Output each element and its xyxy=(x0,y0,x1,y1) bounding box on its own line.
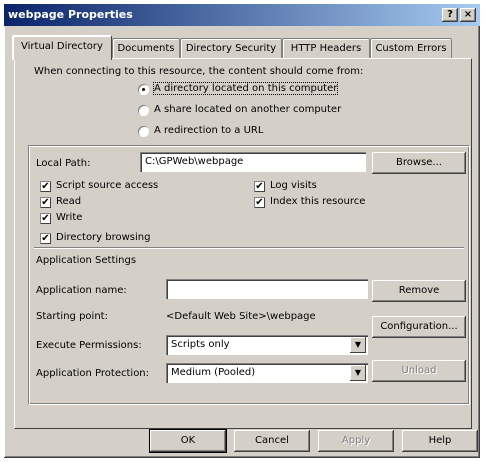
application-name-input[interactable] xyxy=(166,279,368,299)
apply-button[interactable]: Apply xyxy=(318,430,394,452)
help-icon[interactable]: ? xyxy=(442,8,458,22)
read-label[interactable]: Read xyxy=(56,196,81,207)
tab-documents[interactable]: Documents xyxy=(112,38,180,59)
unload-button[interactable]: Unload xyxy=(372,360,466,382)
configuration-button[interactable]: Configuration... xyxy=(372,316,466,338)
write-label[interactable]: Write xyxy=(56,212,82,223)
log-visits-label[interactable]: Log visits xyxy=(270,180,317,191)
read-checkbox[interactable]: ✔ xyxy=(40,197,51,208)
index-resource-checkbox[interactable]: ✔ xyxy=(254,197,265,208)
help-button[interactable]: Help xyxy=(402,430,478,452)
ok-button[interactable]: OK xyxy=(149,429,227,453)
script-source-access-checkbox[interactable]: ✔ xyxy=(40,181,51,192)
radio-network-share-label[interactable]: A share located on another computer xyxy=(154,104,341,115)
properties-dialog: webpage Properties ? × Virtual Directory… xyxy=(4,4,480,458)
window-title: webpage Properties xyxy=(8,8,133,21)
directory-browsing-label[interactable]: Directory browsing xyxy=(56,232,150,243)
radio-local-directory[interactable] xyxy=(138,84,149,95)
title-bar[interactable]: webpage Properties ? × xyxy=(4,4,480,26)
application-settings-heading: Application Settings xyxy=(36,255,137,266)
browse-button[interactable]: Browse... xyxy=(372,152,466,174)
chevron-down-icon[interactable]: ▼ xyxy=(350,337,366,353)
application-protection-value: Medium (Pooled) xyxy=(171,367,256,378)
local-path-input[interactable]: C:\GPWeb\webpage xyxy=(140,152,366,172)
directory-browsing-checkbox[interactable]: ✔ xyxy=(40,233,51,244)
tab-http-headers[interactable]: HTTP Headers xyxy=(282,38,370,59)
separator xyxy=(34,247,464,249)
script-source-access-label[interactable]: Script source access xyxy=(56,180,158,191)
write-checkbox[interactable]: ✔ xyxy=(40,213,51,224)
execute-permissions-value: Scripts only xyxy=(171,339,230,350)
index-resource-label[interactable]: Index this resource xyxy=(270,196,365,207)
chevron-down-icon[interactable]: ▼ xyxy=(350,365,366,381)
application-name-label: Application name: xyxy=(36,285,127,296)
log-visits-checkbox[interactable]: ✔ xyxy=(254,181,265,192)
content-source-prompt: When connecting to this resource, the co… xyxy=(34,66,364,77)
starting-point-value: <Default Web Site>\webpage xyxy=(166,311,316,322)
radio-network-share[interactable] xyxy=(138,105,149,116)
radio-url-redirect-label[interactable]: A redirection to a URL xyxy=(154,125,263,136)
application-protection-label: Application Protection: xyxy=(36,368,150,379)
remove-button[interactable]: Remove xyxy=(372,280,466,302)
tab-custom-errors[interactable]: Custom Errors xyxy=(370,38,452,59)
execute-permissions-select[interactable]: Scripts only ▼ xyxy=(166,335,368,355)
close-icon[interactable]: × xyxy=(460,8,476,22)
radio-local-directory-label[interactable]: A directory located on this computer xyxy=(152,82,339,95)
local-path-label: Local Path: xyxy=(36,158,91,169)
starting-point-label: Starting point: xyxy=(36,311,108,322)
execute-permissions-label: Execute Permissions: xyxy=(36,340,142,351)
application-protection-select[interactable]: Medium (Pooled) ▼ xyxy=(166,363,368,383)
tab-virtual-directory[interactable]: Virtual Directory xyxy=(12,35,112,60)
radio-url-redirect[interactable] xyxy=(138,126,149,137)
tab-directory-security[interactable]: Directory Security xyxy=(180,38,282,59)
cancel-button[interactable]: Cancel xyxy=(234,430,310,452)
